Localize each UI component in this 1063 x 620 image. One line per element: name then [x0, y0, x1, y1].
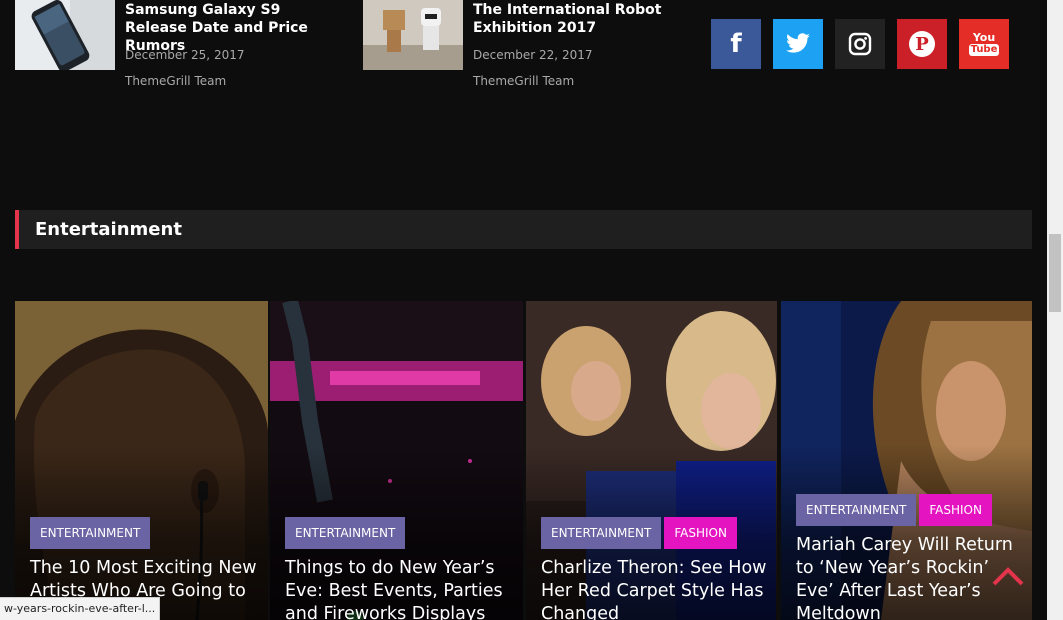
category-badge-fashion[interactable]: FASHION — [919, 494, 992, 526]
recent-post-author[interactable]: ThemeGrill Team — [125, 74, 226, 88]
instagram-icon — [848, 32, 872, 56]
pinterest-icon: P — [909, 31, 935, 57]
article-title[interactable]: Charlize Theron: See How Her Red Carpet … — [541, 557, 771, 620]
category-badge-entertainment[interactable]: ENTERTAINMENT — [796, 494, 917, 526]
instagram-link[interactable] — [835, 19, 885, 69]
category-badge-entertainment[interactable]: ENTERTAINMENT — [30, 517, 151, 549]
category-list: ENTERTAINMENT — [285, 517, 406, 549]
recent-post-author[interactable]: ThemeGrill Team — [473, 74, 574, 88]
recent-post[interactable]: The International Robot Exhibition 2017 … — [363, 0, 693, 95]
section-header: Entertainment — [15, 210, 1032, 249]
category-badge-entertainment[interactable]: ENTERTAINMENT — [541, 517, 662, 549]
recent-post-date[interactable]: December 25, 2017 — [125, 48, 244, 62]
category-list: ENTERTAINMENT FASHION — [541, 517, 737, 549]
recent-post-date[interactable]: December 22, 2017 — [473, 48, 592, 62]
youtube-link[interactable]: You Tube — [959, 19, 1009, 69]
youtube-icon: You Tube — [968, 31, 1000, 56]
recent-post-title[interactable]: The International Robot Exhibition 2017 — [473, 1, 688, 37]
category-list: ENTERTAINMENT FASHION — [796, 494, 992, 526]
status-bar-url: w-years-rockin-eve-after-l... — [0, 597, 161, 620]
scrollbar-thumb[interactable] — [1049, 234, 1061, 312]
back-to-top-button[interactable] — [988, 560, 1028, 590]
twitter-icon — [786, 33, 810, 53]
article-title[interactable]: Things to do New Year’s Eve: Best Events… — [285, 557, 515, 620]
article-card[interactable]: ENTERTAINMENT Things to do New Year’s Ev… — [270, 301, 523, 620]
post-thumbnail-phone[interactable] — [15, 0, 115, 70]
twitter-link[interactable] — [773, 19, 823, 69]
recent-post-title[interactable]: Samsung Galaxy S9 Release Date and Price… — [125, 1, 340, 55]
category-list: ENTERTAINMENT — [30, 517, 151, 549]
recent-post[interactable]: Samsung Galaxy S9 Release Date and Price… — [15, 0, 345, 95]
article-card[interactable]: ENTERTAINMENT The 10 Most Exciting New A… — [15, 301, 268, 620]
section-title: Entertainment — [35, 219, 182, 240]
pinterest-link[interactable]: P — [897, 19, 947, 69]
facebook-link[interactable]: f — [711, 19, 761, 69]
chevron-up-icon — [992, 567, 1024, 586]
facebook-icon: f — [730, 29, 742, 59]
category-badge-entertainment[interactable]: ENTERTAINMENT — [285, 517, 406, 549]
post-thumbnail-robots[interactable] — [363, 0, 463, 70]
category-badge-fashion[interactable]: FASHION — [664, 517, 737, 549]
article-card[interactable]: ENTERTAINMENT FASHION Charlize Theron: S… — [526, 301, 777, 620]
